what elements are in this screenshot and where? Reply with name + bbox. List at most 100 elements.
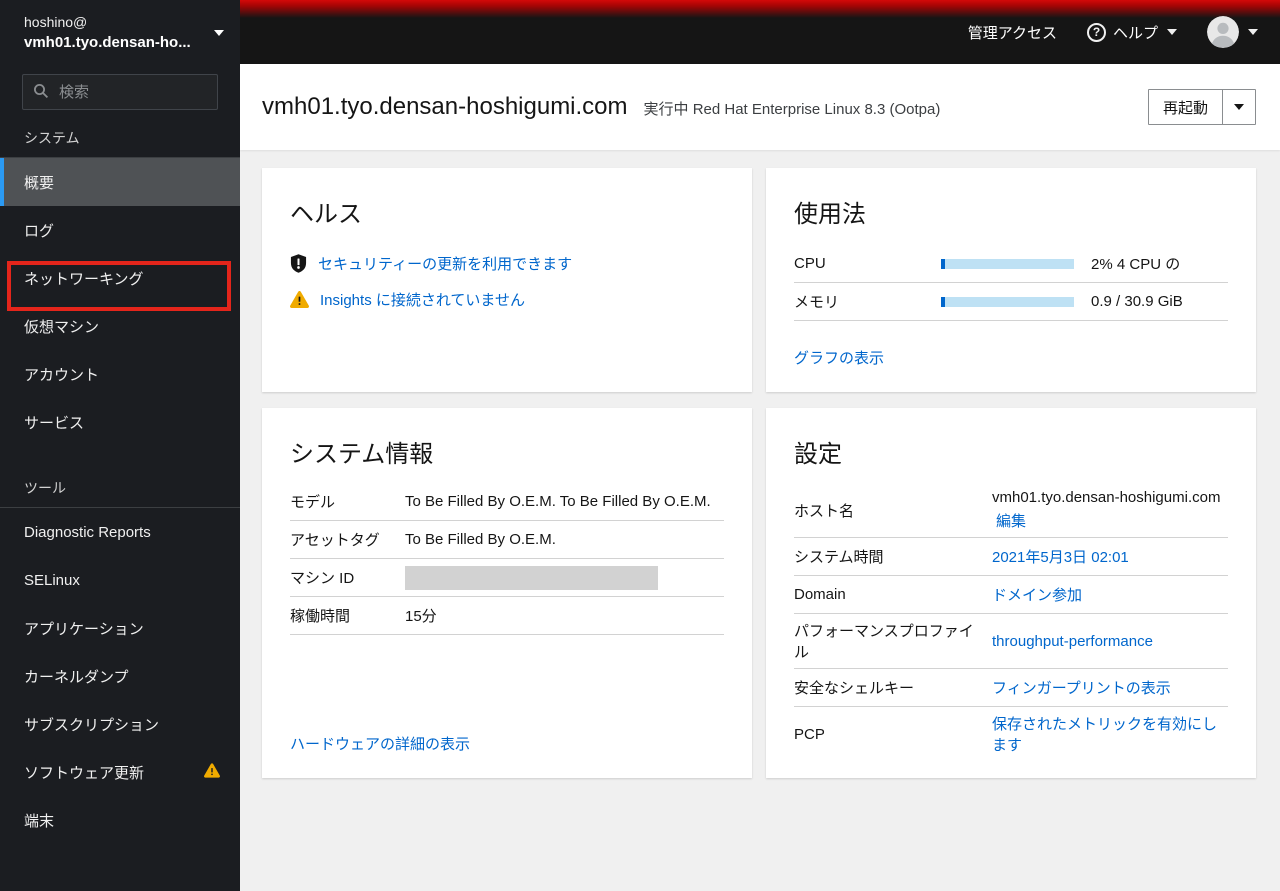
avatar (1207, 16, 1239, 48)
cpu-value: 2% 4 CPU の (1091, 256, 1181, 273)
row-label: 稼働時間 (290, 608, 351, 625)
health-item-insights: Insights に接続されていません (290, 289, 724, 310)
cpu-progress-fill (941, 258, 945, 269)
warning-triangle-icon (204, 762, 221, 782)
sidebar: hoshino@ vmh01.tyo.densan-ho... システム 概要 … (0, 0, 240, 891)
security-shield-icon (290, 254, 307, 273)
row-label: マシン ID (290, 570, 355, 587)
sidebar-item-virtual-machines[interactable]: 仮想マシン (0, 302, 240, 350)
table-row-model: モデル To Be Filled By O.E.M. To Be Filled … (290, 483, 724, 521)
sidebar-item-label: ログ (24, 222, 55, 240)
health-card-title: ヘルス (290, 201, 362, 228)
user-menu-button[interactable] (1207, 16, 1258, 48)
table-row-uptime: 稼働時間 15分 (290, 597, 724, 635)
page-header: vmh01.tyo.densan-hoshigumi.com 実行中 Red H… (240, 64, 1280, 150)
warning-triangle-icon (290, 291, 309, 308)
table-row-asset-tag: アセットタグ To Be Filled By O.E.M. (290, 521, 724, 559)
table-row-ssh-keys: 安全なシェルキー フィンガープリントの表示 (794, 669, 1228, 707)
sidebar-item-services[interactable]: サービス (0, 398, 240, 446)
host-switcher[interactable]: hoshino@ vmh01.tyo.densan-ho... (0, 0, 240, 62)
row-label: アセットタグ (290, 532, 380, 549)
admin-access-label: 管理アクセス (967, 24, 1057, 42)
usage-card: 使用法 CPU 2% 4 CPU の メモリ 0.9 / 30.9 GiB グラ… (766, 168, 1256, 392)
machine-id-redacted-value (405, 565, 658, 590)
show-fingerprints-link[interactable]: フィンガープリントの表示 (992, 677, 1171, 698)
table-row-system-time: システム時間 2021年5月3日 02:01 (794, 538, 1228, 576)
view-graphs-link[interactable]: グラフの表示 (794, 347, 1228, 368)
table-row-domain: Domain ドメイン参加 (794, 576, 1228, 614)
cpu-label: CPU (794, 255, 826, 272)
sidebar-item-label: Diagnostic Reports (24, 523, 151, 541)
table-row-machine-id: マシン ID (290, 559, 724, 597)
main-content: vmh01.tyo.densan-hoshigumi.com 実行中 Red H… (240, 64, 1280, 891)
row-label: PCP (794, 725, 825, 743)
sidebar-item-label: カーネルダンプ (24, 668, 129, 686)
insights-link[interactable]: Insights に接続されていません (320, 289, 525, 310)
sidebar-item-overview[interactable]: 概要 (0, 158, 240, 206)
memory-progress-bar (941, 296, 1074, 307)
sidebar-item-label: ネットワーキング (24, 270, 144, 288)
security-updates-link[interactable]: セキュリティーの更新を利用できます (318, 253, 572, 274)
system-time-link[interactable]: 2021年5月3日 02:01 (992, 546, 1129, 567)
configuration-card-title: 設定 (794, 441, 842, 468)
memory-value: 0.9 / 30.9 GiB (1091, 293, 1183, 310)
sidebar-item-terminal[interactable]: 端末 (0, 796, 240, 844)
row-label: モデル (290, 494, 336, 511)
sidebar-item-networking[interactable]: ネットワーキング (0, 254, 240, 302)
sidebar-item-accounts[interactable]: アカウント (0, 350, 240, 398)
cpu-usage-row: CPU 2% 4 CPU の (794, 245, 1228, 283)
row-label: システム時間 (794, 549, 884, 566)
sidebar-item-label: アプリケーション (24, 620, 144, 638)
sidebar-item-subscriptions[interactable]: サブスクリプション (0, 700, 240, 748)
sidebar-item-label: アカウント (24, 366, 100, 384)
chevron-down-icon (214, 30, 224, 36)
performance-profile-link[interactable]: throughput-performance (992, 633, 1153, 650)
usage-card-title: 使用法 (794, 201, 866, 228)
restart-split-button: 再起動 (1147, 89, 1256, 125)
sidebar-item-label: 概要 (24, 174, 55, 192)
restart-button[interactable]: 再起動 (1149, 90, 1222, 124)
chevron-down-icon (1167, 29, 1177, 35)
memory-progress-fill (941, 296, 945, 307)
health-card: ヘルス セキュリティーの更新を利用できます Insights に接続されていませ… (262, 168, 752, 392)
sidebar-item-label: SELinux (24, 571, 80, 589)
configuration-card: 設定 ホスト名 vmh01.tyo.densan-hoshigumi.com 編… (766, 408, 1256, 778)
row-label: Domain (794, 586, 846, 603)
memory-usage-row: メモリ 0.9 / 30.9 GiB (794, 283, 1228, 321)
os-status-text: 実行中 Red Hat Enterprise Linux 8.3 (Ootpa) (643, 101, 941, 118)
chevron-down-icon (1248, 29, 1258, 35)
sidebar-item-label: 端末 (24, 812, 55, 830)
row-value: To Be Filled By O.E.M. (405, 531, 556, 548)
sidebar-item-label: サブスクリプション (24, 716, 160, 734)
memory-label: メモリ (794, 294, 840, 311)
page-title-hostname: vmh01.tyo.densan-hoshigumi.com (262, 93, 628, 120)
cpu-progress-bar (941, 258, 1074, 269)
current-host: vmh01.tyo.densan-ho... (24, 34, 191, 51)
sidebar-item-software-updates[interactable]: ソフトウェア更新 (0, 748, 240, 796)
system-info-card-title: システム情報 (290, 441, 434, 468)
enable-stored-metrics-link[interactable]: 保存されたメトリックを有効にします (992, 713, 1228, 755)
nav-section-tools: ツール (0, 470, 240, 508)
help-menu-button[interactable]: ? ヘルプ (1086, 22, 1177, 43)
table-row-hostname: ホスト名 vmh01.tyo.densan-hoshigumi.com 編集 (794, 483, 1228, 538)
nav-section-system: システム (0, 120, 240, 158)
chevron-down-icon (1234, 104, 1244, 110)
help-question-icon: ? (1086, 22, 1106, 42)
join-domain-link[interactable]: ドメイン参加 (992, 584, 1082, 605)
sidebar-item-selinux[interactable]: SELinux (0, 556, 240, 604)
sidebar-item-applications[interactable]: アプリケーション (0, 604, 240, 652)
search-input[interactable] (22, 74, 218, 110)
row-value: To Be Filled By O.E.M. To Be Filled By O… (405, 493, 711, 510)
admin-access-button[interactable]: 管理アクセス (968, 22, 1057, 43)
restart-dropdown-toggle[interactable] (1222, 90, 1255, 124)
sidebar-item-kernel-dump[interactable]: カーネルダンプ (0, 652, 240, 700)
sidebar-item-label: サービス (24, 414, 85, 432)
help-label: ヘルプ (1112, 24, 1158, 42)
masthead: 管理アクセス ? ヘルプ (240, 0, 1280, 64)
view-hardware-details-link[interactable]: ハードウェアの詳細の表示 (290, 733, 724, 754)
sidebar-item-diagnostic-reports[interactable]: Diagnostic Reports (0, 508, 240, 556)
sidebar-item-logs[interactable]: ログ (0, 206, 240, 254)
hostname-value-block: vmh01.tyo.densan-hoshigumi.com 編集 (992, 489, 1220, 531)
row-label: ホスト名 (794, 502, 855, 520)
edit-hostname-link[interactable]: 編集 (996, 513, 1026, 530)
